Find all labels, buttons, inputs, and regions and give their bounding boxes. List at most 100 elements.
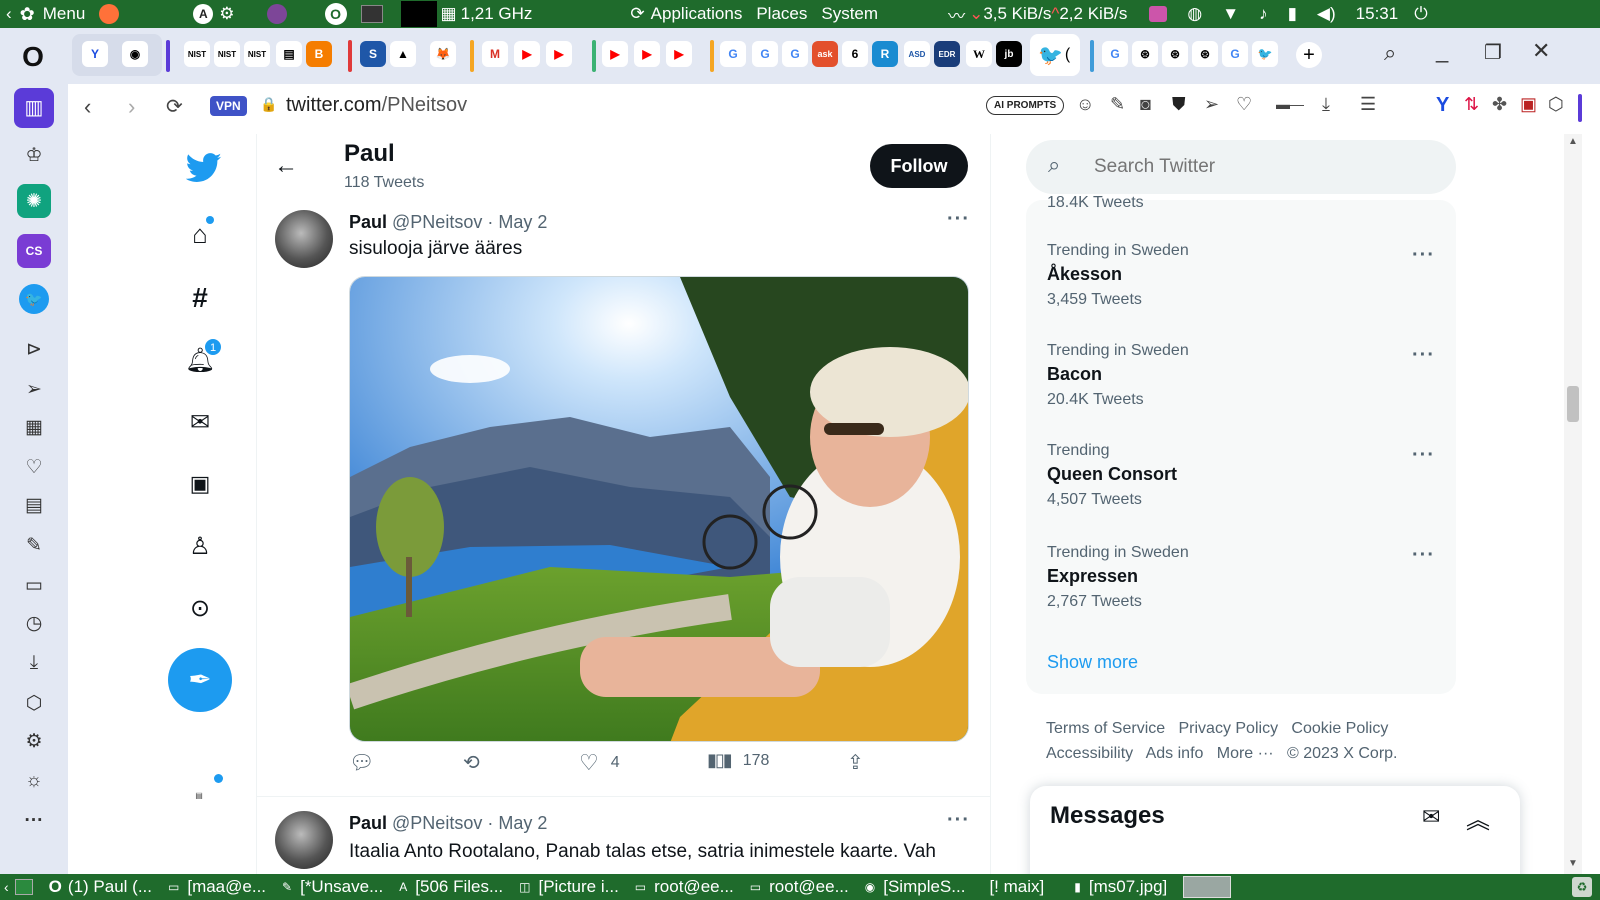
taskbar-item[interactable]: [! maix] [989, 877, 1044, 897]
minimize-icon[interactable]: _ [1436, 38, 1448, 64]
taskbar-item[interactable]: [ms07.jpg] [1089, 877, 1167, 897]
tab-favicon-gmail-icon[interactable]: M [482, 41, 508, 67]
workspace-book-icon[interactable]: ▥ [14, 88, 54, 128]
tweet-photo[interactable] [349, 276, 969, 742]
twitter-sidebar-icon[interactable]: 🐦 [19, 284, 49, 314]
views-button[interactable]: ▮▯▮ 178 [707, 750, 769, 771]
tweet-avatar[interactable] [275, 811, 333, 869]
player-icon[interactable]: ⊳ [14, 332, 54, 366]
settings-icon[interactable]: ⚙ [14, 724, 54, 758]
tab-favicon-nist-icon[interactable]: NIST [214, 41, 240, 67]
messages-mail-icon[interactable]: ✉ [180, 402, 220, 442]
tweet[interactable]: Paul @PNeitsov · May 2 ··· Itaalia Anto … [257, 797, 990, 874]
footer-ads-link[interactable]: Ads info [1146, 745, 1204, 762]
search-input[interactable] [1094, 152, 1434, 182]
edit-icon[interactable]: ✎ [14, 528, 54, 562]
tab-favicon-youtube-icon[interactable]: ▶ [666, 41, 692, 67]
easy-setup-icon[interactable]: ☰ [1360, 94, 1376, 115]
taskbar-item[interactable]: [Picture i... [538, 877, 618, 897]
tweet-display-name[interactable]: Paul [349, 813, 387, 833]
tweet-more-icon[interactable]: ··· [947, 809, 970, 832]
tab-favicon-nist-icon[interactable]: NIST [244, 41, 270, 67]
opera-panel-icon[interactable]: O [324, 3, 347, 25]
settings-cog-icon[interactable]: ⚙ [219, 4, 234, 24]
tab-favicon-a-icon[interactable]: ▲ [390, 41, 416, 67]
tab-favicon-youtube-icon[interactable]: ▶ [602, 41, 628, 67]
tab-favicon-edr-icon[interactable]: EDR [934, 41, 960, 67]
taskbar-scroll-left-icon[interactable]: ‹ [4, 879, 9, 895]
trend-more-icon[interactable]: ··· [1412, 344, 1435, 367]
explore-hashtag-icon[interactable]: # [180, 278, 220, 318]
share-button[interactable]: ⇪ [847, 750, 864, 775]
extension-puzzle-icon[interactable]: ✤ [1492, 94, 1507, 115]
tweet-handle[interactable]: @PNeitsov [392, 212, 482, 232]
bell-tray-icon[interactable]: ♪ [1259, 4, 1268, 24]
profile-person-icon[interactable]: ♙ [180, 526, 220, 566]
new-tab-plus-icon[interactable]: + [1296, 42, 1322, 68]
extension-y-icon[interactable]: Y [1436, 94, 1449, 117]
tab-favicon-google-icon[interactable]: G [782, 41, 808, 67]
tab-favicon-doc-icon[interactable]: ▤ [276, 41, 302, 67]
notes-icon[interactable]: ▤ [14, 488, 54, 522]
footer-accessibility-link[interactable]: Accessibility [1046, 745, 1133, 762]
tab-favicon-google-icon[interactable]: G [1222, 41, 1248, 67]
taskbar-item[interactable]: [506 Files... [415, 877, 503, 897]
downloads-icon[interactable]: ⤓ [14, 646, 54, 680]
tab-favicon-github-icon[interactable]: ◉ [122, 41, 148, 67]
favorite-heart-icon[interactable]: ♡ [1236, 94, 1252, 115]
more-options-icon[interactable]: ··· [14, 804, 54, 838]
compose-tweet-button[interactable]: ✒ [168, 648, 232, 712]
tab-favicon-dribbble-icon[interactable]: ⊛ [1192, 41, 1218, 67]
back-icon[interactable]: ‹ [84, 94, 91, 120]
extension-record-icon[interactable]: ▣ [1520, 94, 1537, 115]
tor-icon[interactable] [266, 4, 287, 24]
forward-icon[interactable]: › [128, 94, 135, 120]
tab-favicon-youtube-icon[interactable]: ▶ [634, 41, 660, 67]
tweet-handle[interactable]: @PNeitsov [392, 813, 482, 833]
back-arrow-icon[interactable]: ← [274, 152, 298, 180]
maximize-icon[interactable]: ❐ [1484, 40, 1502, 65]
vpn-badge[interactable]: VPN [210, 96, 247, 116]
tab-favicon-youtube-icon[interactable]: ▶ [546, 41, 572, 67]
taskbar-item[interactable]: [*Unsave... [300, 877, 383, 897]
send-icon[interactable]: ➢ [14, 372, 54, 406]
tab-favicon-leaf-icon[interactable]: 6 [842, 41, 868, 67]
ai-prompts-button[interactable]: AI PROMPTS [986, 96, 1065, 115]
footer-privacy-link[interactable]: Privacy Policy [1178, 720, 1278, 737]
send-url-icon[interactable]: ➢ [1204, 94, 1219, 115]
camera-icon[interactable]: ◙ [1140, 94, 1151, 115]
battery-icon[interactable]: ▮ [1288, 4, 1297, 24]
back-arrow-icon[interactable]: ‹ [6, 4, 12, 24]
tab-favicon-blogger-icon[interactable]: B [306, 41, 332, 67]
twitter-blue-icon[interactable]: ▣ [180, 464, 220, 504]
home-icon[interactable]: ⌂ [180, 214, 220, 254]
cs-app-icon[interactable]: CS [17, 234, 51, 268]
scroll-up-arrow-icon[interactable]: ▲ [1568, 136, 1578, 147]
volume-icon[interactable]: ◀) [1317, 4, 1336, 24]
footer-cookie-link[interactable]: Cookie Policy [1291, 720, 1388, 737]
tab-favicon-jb-icon[interactable]: jb [996, 41, 1022, 67]
more-circle-icon[interactable]: ⊙ [180, 588, 220, 628]
trend-item[interactable]: Trending Queen Consort 4,507 Tweets [1047, 442, 1467, 509]
tweet-date[interactable]: May 2 [498, 212, 547, 232]
chatgpt-icon[interactable]: ✺ [17, 184, 51, 218]
lightbulb-icon[interactable]: ☼ [14, 764, 54, 798]
footer-more-link[interactable]: More ··· [1217, 745, 1274, 762]
trend-more-icon[interactable]: ··· [1412, 444, 1435, 467]
system-menu[interactable]: System [821, 4, 878, 24]
tab-favicon-nist-icon[interactable]: NIST [184, 41, 210, 67]
tweet[interactable]: Paul @PNeitsov · May 2 ··· sisulooja jär… [257, 200, 990, 796]
like-button[interactable]: ♡ 4 [579, 750, 620, 776]
battery-saver-icon[interactable]: ▬— [1276, 96, 1304, 112]
tweet-more-icon[interactable]: ··· [947, 208, 970, 231]
places-menu[interactable]: Places [756, 4, 807, 24]
twitter-logo-icon[interactable] [184, 148, 224, 188]
scroll-down-arrow-icon[interactable]: ▼ [1568, 858, 1578, 869]
app-launcher-icon[interactable]: A [193, 4, 214, 24]
tab-favicon-r-icon[interactable]: R [872, 41, 898, 67]
tab-favicon-google-icon[interactable]: G [1102, 41, 1128, 67]
taskbar-item[interactable]: [SimpleS... [883, 877, 965, 897]
grid-icon[interactable]: ▦ [14, 410, 54, 444]
wifi-icon[interactable]: ▼ [1222, 4, 1239, 24]
tab-favicon-ask-icon[interactable]: ask [812, 41, 838, 67]
